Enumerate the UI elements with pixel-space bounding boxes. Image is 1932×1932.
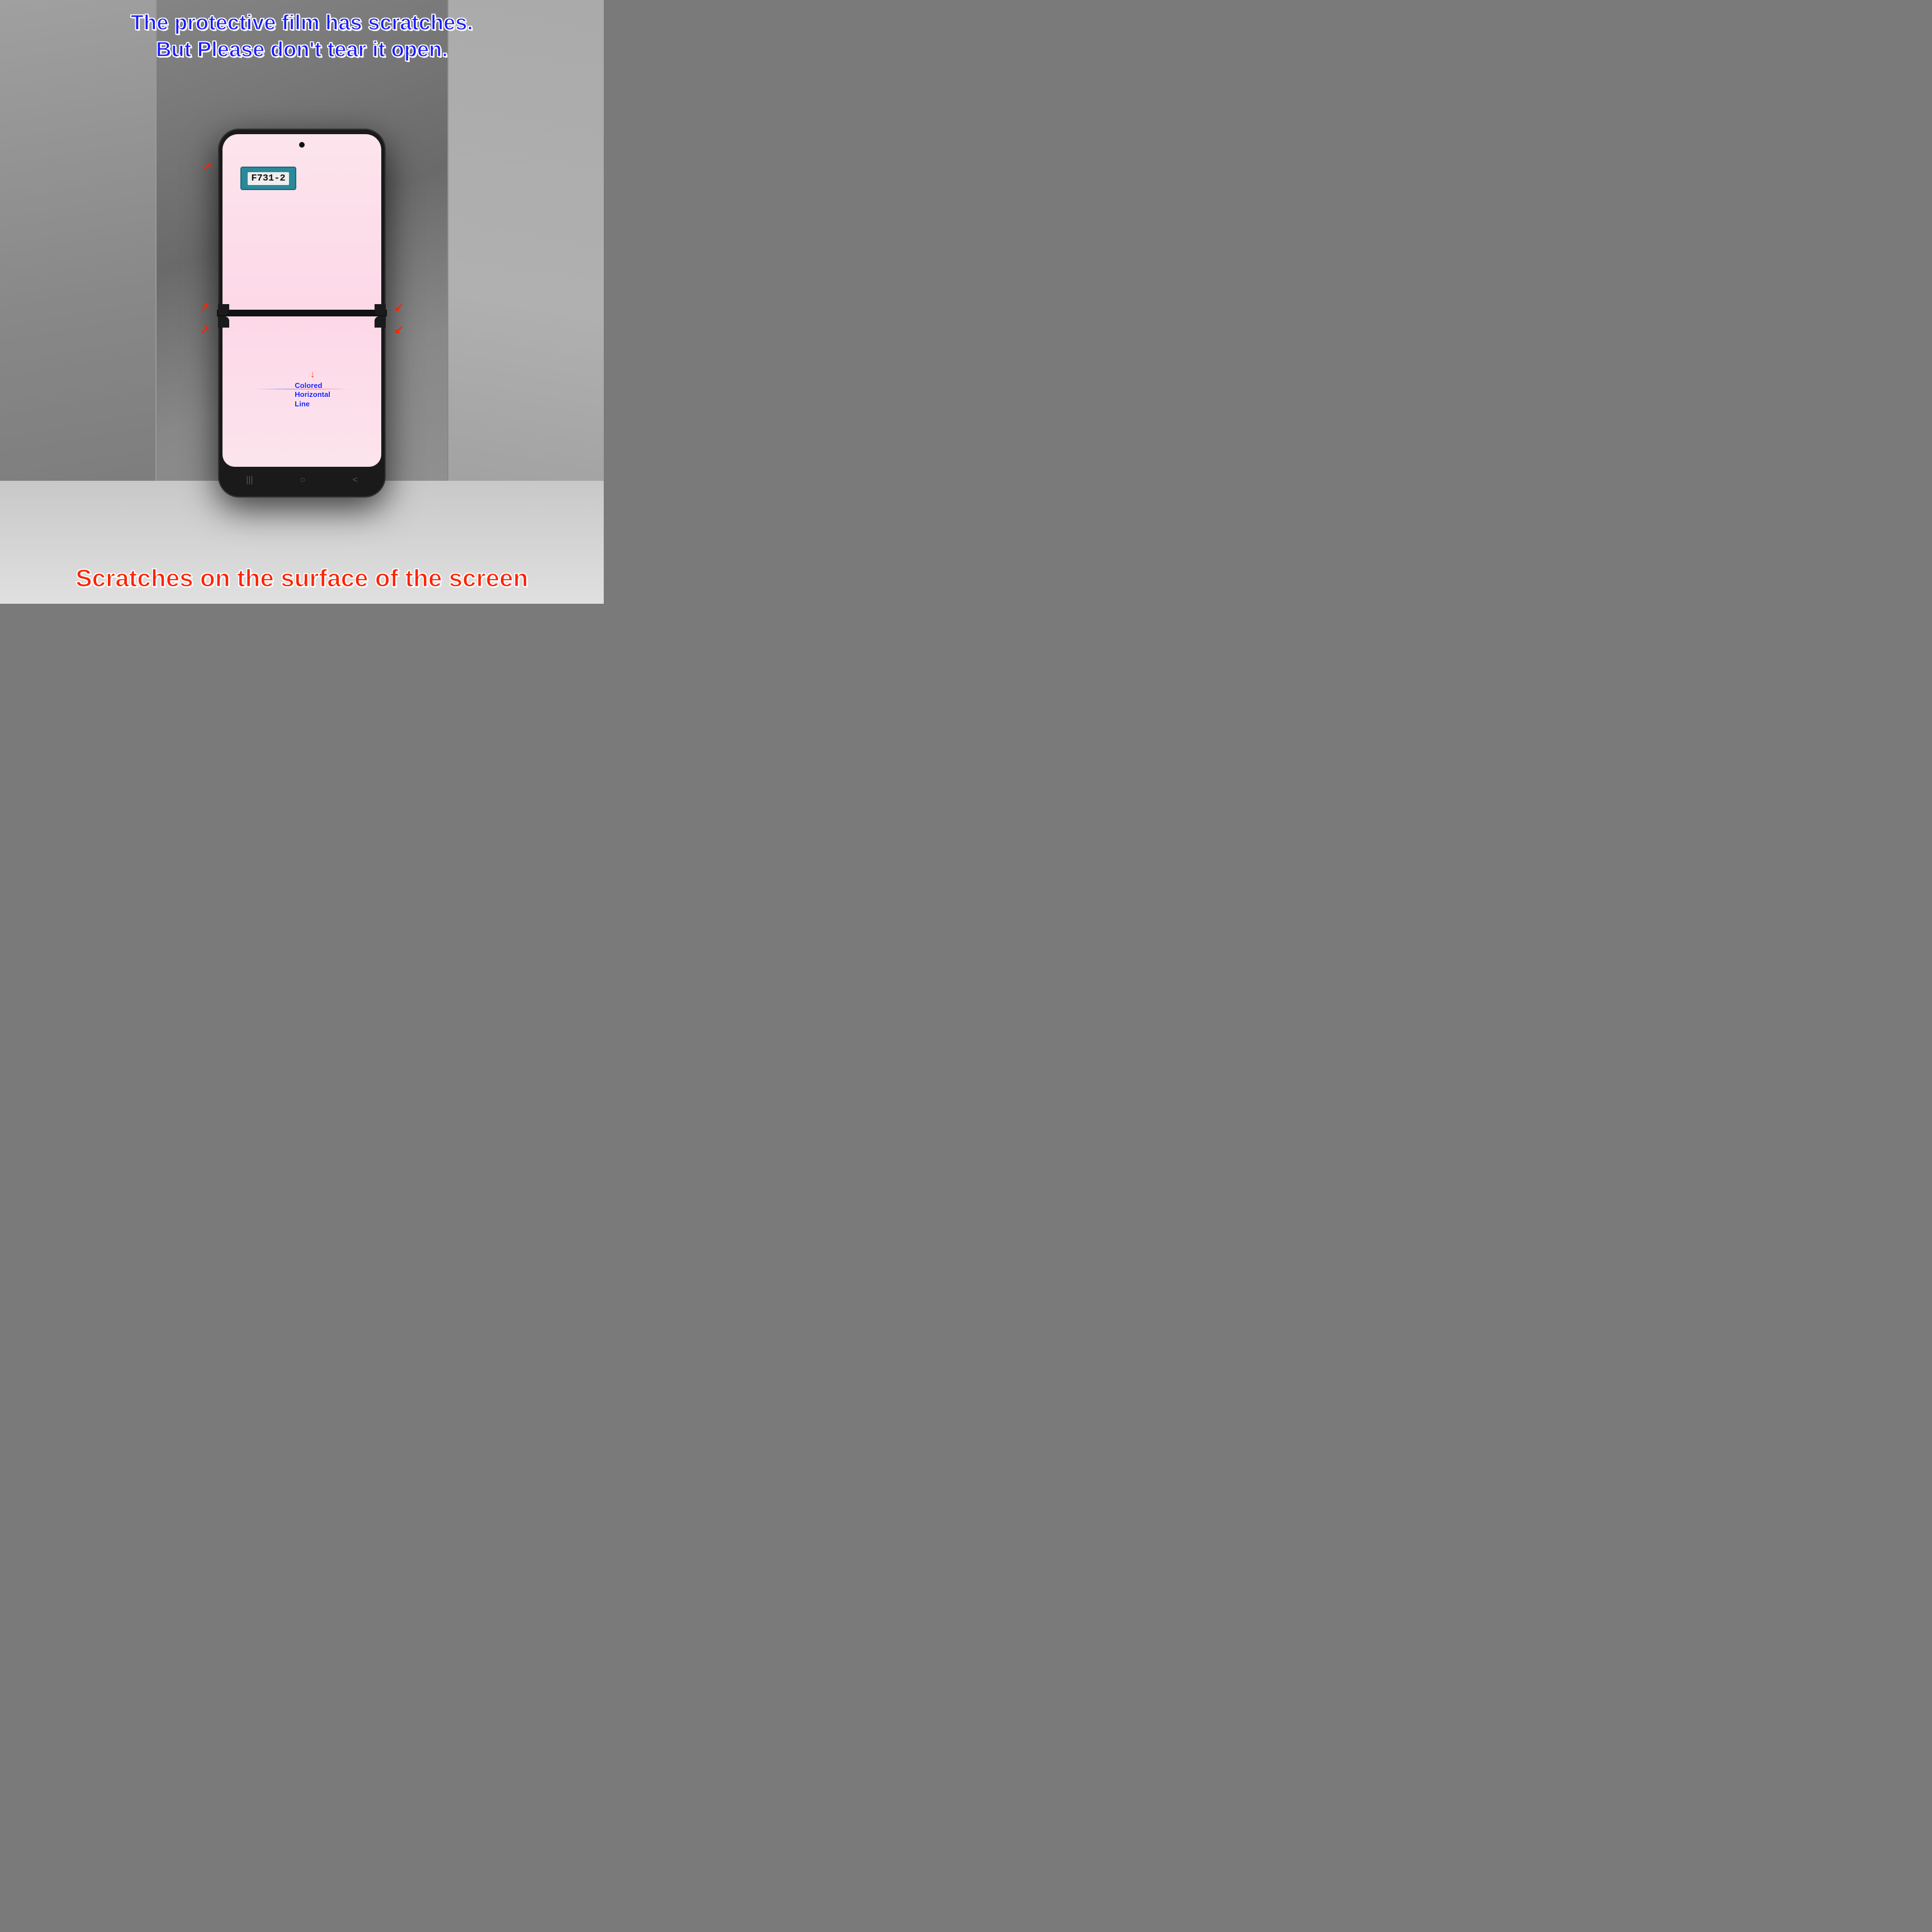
- colored-line-annotation: ↓ Colored Horizontal Line: [295, 368, 330, 409]
- label-sticker: F731-2: [240, 167, 296, 190]
- nav-bar: ||| ○ <: [222, 470, 381, 491]
- arrow-top-left: ↗: [202, 161, 212, 172]
- top-text-line1: The protective film has scratches.: [106, 10, 498, 37]
- arrow-mid-left: ↗: [200, 302, 210, 313]
- colored-line-label-text2: Horizontal: [295, 390, 330, 400]
- bottom-text-line1: Scratches on the surface of the screen: [50, 564, 553, 594]
- recent-apps-icon: |||: [246, 475, 253, 485]
- fold-crease: [217, 310, 387, 316]
- arrow-fold-left: ↗: [200, 324, 210, 335]
- corner-tl: [218, 304, 229, 315]
- screen-lower: ↓ Colored Horizontal Line: [222, 316, 381, 467]
- top-text-line2: But Please don't tear it open.: [106, 37, 498, 64]
- home-icon: ○: [300, 475, 306, 485]
- label-text: F731-2: [248, 172, 288, 185]
- colored-line-arrow: ↓: [295, 368, 330, 381]
- colored-line-label-text3: Line: [295, 400, 330, 409]
- bottom-annotation: Scratches on the surface of the screen: [50, 564, 553, 594]
- colored-line-label-text1: Colored: [295, 381, 330, 390]
- arrow-mid-right: ↙: [394, 302, 404, 313]
- corner-tr: [375, 304, 386, 315]
- front-camera: [299, 142, 305, 148]
- phone-wrapper: F731-2 ↓ Colored Horizontal Line |||: [218, 129, 386, 498]
- corner-bl: [218, 316, 229, 328]
- back-icon: <: [353, 475, 358, 485]
- arrow-fold-right: ↙: [394, 324, 404, 335]
- screen-upper: F731-2: [222, 134, 381, 315]
- corner-br: [375, 316, 386, 328]
- top-annotation: The protective film has scratches. But P…: [106, 10, 498, 63]
- phone-device: F731-2 ↓ Colored Horizontal Line |||: [218, 129, 386, 498]
